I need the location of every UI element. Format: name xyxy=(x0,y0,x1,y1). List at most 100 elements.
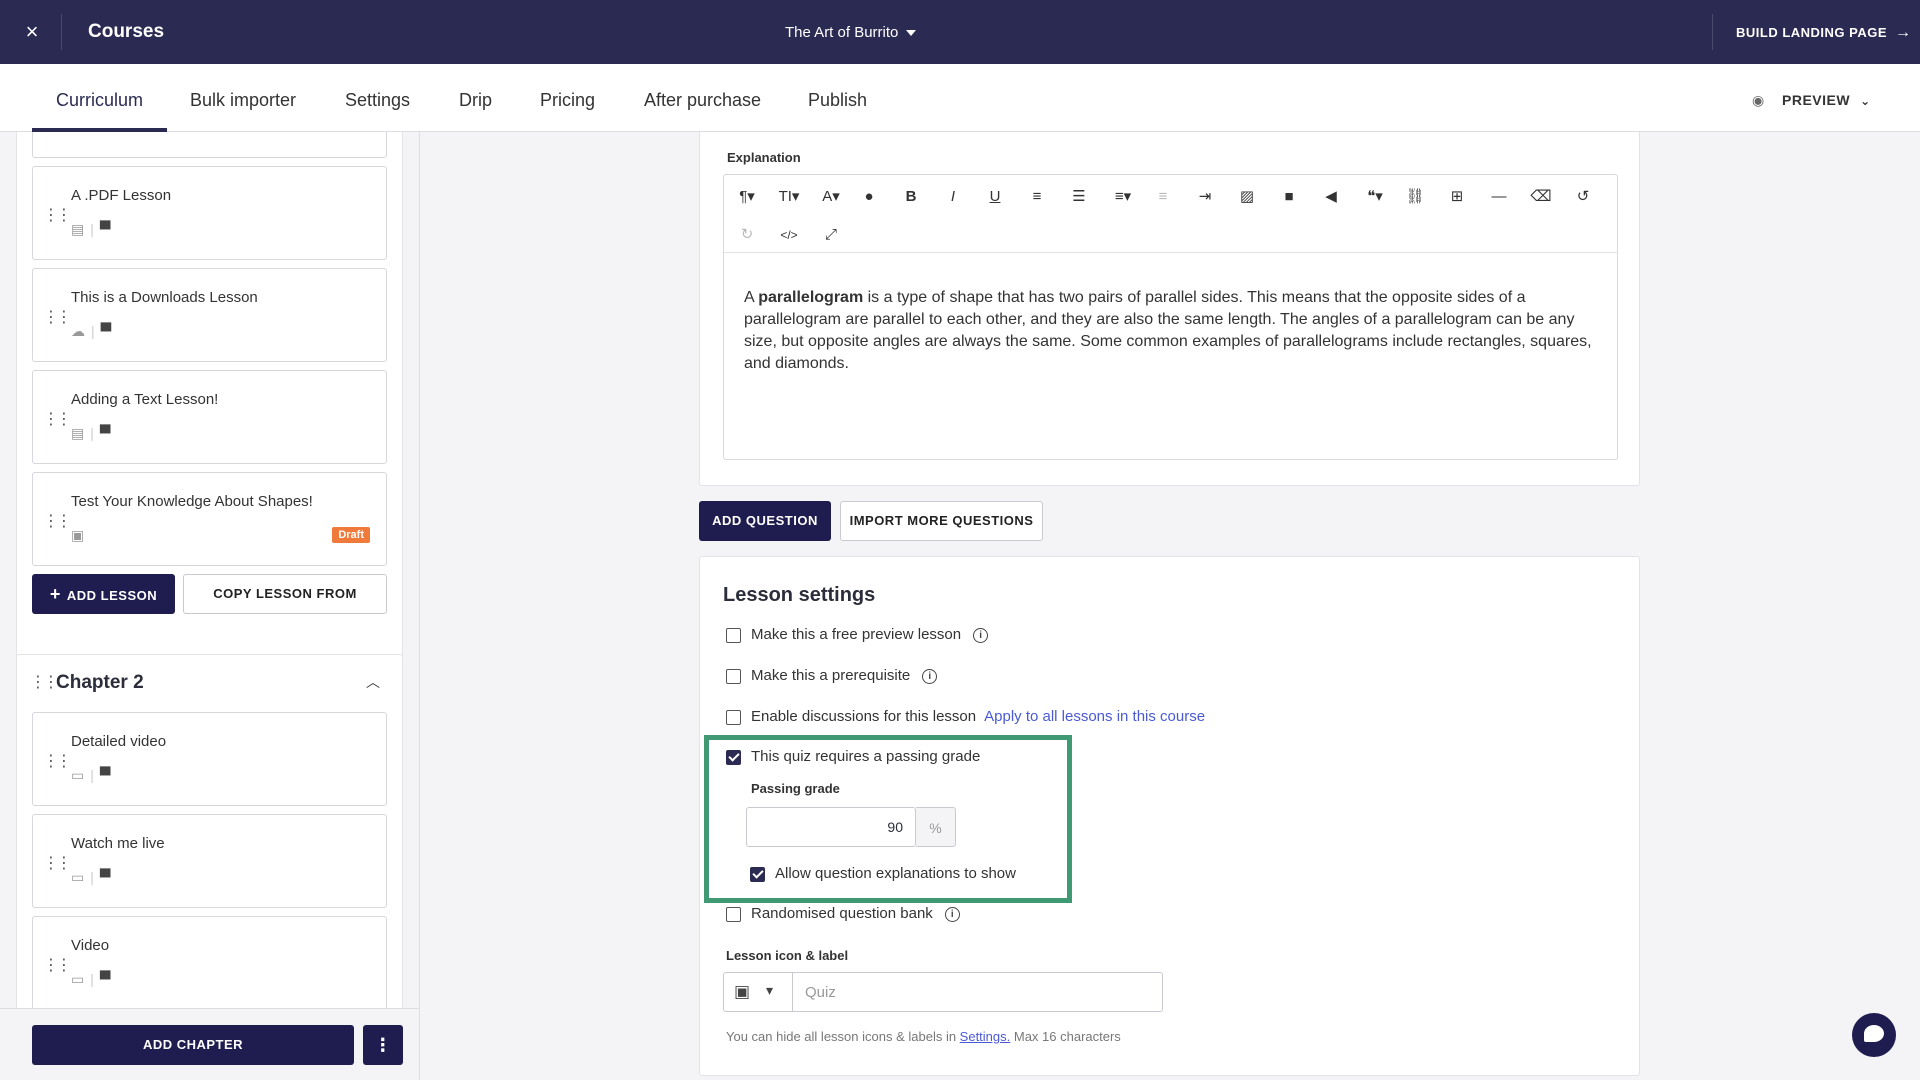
link-icon[interactable]: ⛓ xyxy=(1400,183,1430,211)
clear-format-icon[interactable]: ⌫ xyxy=(1526,183,1556,211)
tab-after-purchase[interactable]: After purchase xyxy=(644,90,761,111)
arrow-right-icon: → xyxy=(1895,24,1912,41)
plus-icon: + xyxy=(49,584,61,604)
lesson-icon-select[interactable]: ▣ ▾ xyxy=(723,972,793,1012)
lesson-name: Test Your Knowledge About Shapes! xyxy=(71,493,313,510)
preview-button[interactable]: ◉ PREVIEW ⌄ xyxy=(1752,92,1871,109)
drag-handle-icon[interactable]: ⋮⋮ xyxy=(43,307,72,327)
info-icon[interactable]: i xyxy=(973,627,989,643)
font-color-icon[interactable]: A▾ xyxy=(816,183,846,211)
italic-icon[interactable]: I xyxy=(938,183,968,211)
align-icon[interactable]: ≡▾ xyxy=(1108,183,1138,211)
comment-icon: ▀ xyxy=(99,767,111,784)
add-question-button[interactable]: ADD QUESTION xyxy=(699,501,831,541)
editor-toolbar: ¶▾ TI▾ A▾ ● B I U ≡ ☰ ≡▾ ≡ ⇥ ▨ ■ ◀ ❝▾ ⛓ … xyxy=(724,175,1617,253)
percent-suffix: % xyxy=(916,807,956,847)
passing-grade-input[interactable]: 90 xyxy=(746,807,916,847)
code-view-icon[interactable]: </> xyxy=(774,221,804,249)
rich-text-editor[interactable]: ¶▾ TI▾ A▾ ● B I U ≡ ☰ ≡▾ ≡ ⇥ ▨ ■ ◀ ❝▾ ⛓ … xyxy=(723,174,1618,460)
tab-pricing[interactable]: Pricing xyxy=(540,90,595,111)
more-options-button[interactable]: ⋮ xyxy=(363,1025,403,1065)
audio-icon[interactable]: ◀ xyxy=(1316,183,1346,211)
allow-explanations-checkbox[interactable] xyxy=(750,866,765,882)
tab-settings[interactable]: Settings xyxy=(345,90,410,111)
tab-curriculum[interactable]: Curriculum xyxy=(56,90,143,111)
drag-handle-icon[interactable]: ⋮⋮ xyxy=(43,955,72,975)
build-landing-page-label: BUILD LANDING PAGE xyxy=(1736,25,1888,40)
chapter-title: Chapter 2 xyxy=(56,672,144,693)
drag-handle-icon[interactable]: ⋮⋮ xyxy=(43,409,72,429)
paragraph-format-icon[interactable]: ¶▾ xyxy=(732,183,762,211)
import-more-questions-button[interactable]: IMPORT MORE QUESTIONS xyxy=(840,501,1043,541)
allow-explanations-label: Allow question explanations to show xyxy=(775,865,1016,882)
lesson-item-video[interactable]: ⋮⋮ Video ▭ | ▀ xyxy=(32,916,387,1010)
add-chapter-button[interactable]: ADD CHAPTER xyxy=(32,1025,354,1065)
passing-grade-checkbox[interactable] xyxy=(726,749,741,765)
lesson-item-detailed-video[interactable]: ⋮⋮ Detailed video ▭ | ▀ xyxy=(32,712,387,806)
bold-icon[interactable]: B xyxy=(896,183,926,211)
chevron-down-icon: ⌄ xyxy=(1860,94,1871,108)
settings-link[interactable]: Settings. xyxy=(960,1029,1011,1044)
info-icon[interactable]: i xyxy=(922,668,938,684)
lesson-item-watch-me-live[interactable]: ⋮⋮ Watch me live ▭ | ▀ xyxy=(32,814,387,908)
font-size-icon[interactable]: TI▾ xyxy=(774,183,804,211)
tab-bulk-importer[interactable]: Bulk importer xyxy=(190,90,296,111)
drag-handle-icon[interactable]: ⋮⋮ xyxy=(43,751,72,771)
page-title: Courses xyxy=(88,21,165,42)
help-text: Max 16 characters xyxy=(1010,1029,1121,1044)
main-content[interactable]: Explanation ¶▾ TI▾ A▾ ● B I U ≡ ☰ ≡▾ ≡ ⇥… xyxy=(421,132,1920,1080)
indent-icon[interactable]: ⇥ xyxy=(1190,183,1220,211)
lesson-item-quiz[interactable]: ⋮⋮ Test Your Knowledge About Shapes! ▣ D… xyxy=(32,472,387,566)
add-lesson-button[interactable]: + ADD LESSON xyxy=(32,574,175,614)
tab-publish[interactable]: Publish xyxy=(808,90,867,111)
text-segment: A xyxy=(744,289,759,306)
redo-icon[interactable]: ↻ xyxy=(732,221,762,249)
highlight-icon[interactable]: ● xyxy=(854,183,884,211)
drag-handle-icon[interactable]: ⋮⋮ xyxy=(43,511,72,531)
horizontal-rule-icon[interactable]: — xyxy=(1484,183,1514,211)
chat-support-button[interactable] xyxy=(1852,1013,1896,1057)
drag-handle-icon[interactable]: ⋮⋮ xyxy=(43,853,72,873)
lesson-name: Watch me live xyxy=(71,835,165,852)
image-icon[interactable]: ▨ xyxy=(1232,183,1262,211)
ordered-list-icon[interactable]: ≡ xyxy=(1022,183,1052,211)
undo-icon[interactable]: ↺ xyxy=(1568,183,1598,211)
build-landing-page-button[interactable]: BUILD LANDING PAGE → xyxy=(1736,24,1912,42)
curriculum-sidebar[interactable]: ⋮⋮ A .PDF Lesson ▤ | ▀ ⋮⋮ This is a Downlo… xyxy=(0,132,420,1080)
unordered-list-icon[interactable]: ☰ xyxy=(1064,183,1094,211)
copy-lesson-from-button[interactable]: COPY LESSON FROM xyxy=(183,574,387,614)
quiz-icon: ▣ xyxy=(71,527,85,543)
chevron-up-icon[interactable]: ︿ xyxy=(366,672,380,692)
video-camera-icon[interactable]: ■ xyxy=(1274,183,1304,211)
course-selector[interactable]: The Art of Burrito xyxy=(785,24,917,41)
lesson-item-downloads[interactable]: ⋮⋮ This is a Downloads Lesson ☁ | ▀ xyxy=(32,268,387,362)
discussions-checkbox[interactable] xyxy=(726,709,741,725)
fullscreen-icon[interactable]: ⤢ xyxy=(816,221,846,249)
text-segment: is a type of shape that has two pairs of… xyxy=(744,289,1592,372)
free-preview-checkbox[interactable] xyxy=(726,627,741,643)
lesson-item-partial[interactable] xyxy=(32,132,387,158)
outdent-icon[interactable]: ≡ xyxy=(1148,183,1178,211)
apply-to-all-lessons-link[interactable]: Apply to all lessons in this course xyxy=(984,708,1205,725)
comment-icon: ▀ xyxy=(100,323,112,340)
pdf-icon: ▤ xyxy=(71,221,85,237)
prerequisite-label: Make this a prerequisite xyxy=(751,667,911,684)
prerequisite-checkbox[interactable] xyxy=(726,668,741,684)
lesson-item-text[interactable]: ⋮⋮ Adding a Text Lesson! ▤ | ▀ xyxy=(32,370,387,464)
passing-grade-row: This quiz requires a passing grade xyxy=(726,748,980,768)
lesson-label-input[interactable] xyxy=(793,972,1163,1012)
explanation-text[interactable]: A parallelogram is a type of shape that … xyxy=(744,287,1604,375)
close-icon[interactable]: × xyxy=(18,18,46,46)
drag-handle-icon[interactable]: ⋮⋮ xyxy=(43,205,72,225)
table-icon[interactable]: ⊞ xyxy=(1442,183,1472,211)
underline-icon[interactable]: U xyxy=(980,183,1010,211)
randomised-checkbox[interactable] xyxy=(726,906,741,922)
lesson-item-pdf[interactable]: ⋮⋮ A .PDF Lesson ▤ | ▀ xyxy=(32,166,387,260)
draft-badge: Draft xyxy=(332,527,370,543)
drag-handle-icon[interactable]: ⋮⋮ xyxy=(30,672,59,692)
divider xyxy=(1712,14,1713,50)
quote-icon[interactable]: ❝▾ xyxy=(1360,183,1390,211)
info-icon[interactable]: i xyxy=(944,906,960,922)
tab-drip[interactable]: Drip xyxy=(459,90,492,111)
comment-icon: ▀ xyxy=(99,971,111,988)
